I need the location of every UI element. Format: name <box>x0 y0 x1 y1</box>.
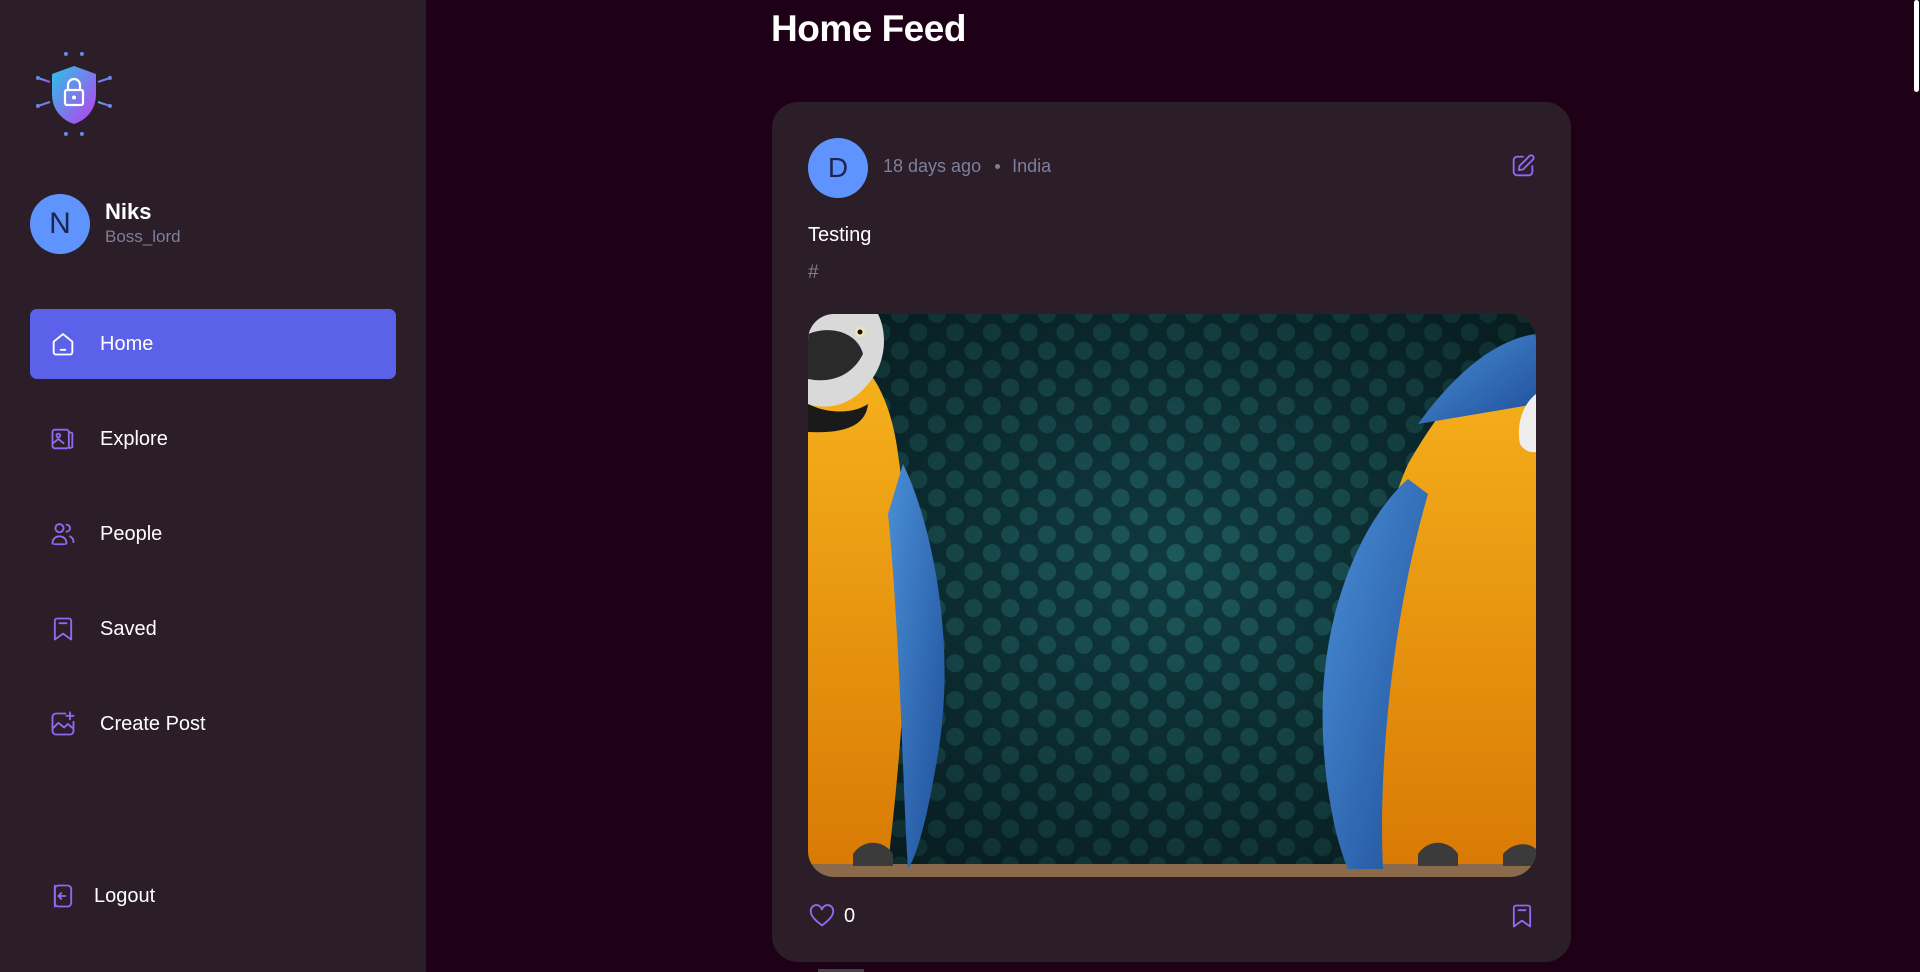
logout-button[interactable]: Logout <box>48 878 155 914</box>
page-title: Home Feed <box>771 8 966 49</box>
like-count: 0 <box>844 905 856 927</box>
sidebar-item-saved[interactable]: Saved <box>30 594 396 664</box>
post-meta: 18 days ago India <box>883 156 1051 177</box>
user-info: Niks Boss_lord <box>105 199 181 249</box>
edit-icon <box>1512 154 1535 177</box>
sidebar-item-home[interactable]: Home <box>30 309 396 379</box>
sidebar-item-create-post[interactable]: Create Post <box>30 689 396 759</box>
people-icon <box>48 519 78 549</box>
user-profile[interactable]: N Niks Boss_lord <box>30 194 181 254</box>
gallery-icon <box>48 424 78 454</box>
save-post-button[interactable] <box>1508 902 1536 930</box>
sidebar-item-explore[interactable]: Explore <box>30 404 396 474</box>
post-caption: Testing <box>808 224 872 246</box>
post-footer: 0 <box>808 896 1536 936</box>
app-root: N Niks Boss_lord Home Explore People Sav… <box>0 0 1920 972</box>
user-name: Niks <box>105 199 152 224</box>
image-add-icon <box>48 709 78 739</box>
sidebar-nav: Home Explore People Saved Create Post <box>30 309 396 784</box>
post-tags[interactable]: # <box>808 262 819 284</box>
scrollbar-thumb[interactable] <box>1914 0 1919 92</box>
sidebar-item-label: People <box>100 522 163 545</box>
user-avatar: N <box>30 194 90 254</box>
meta-separator <box>995 164 1001 169</box>
sidebar-item-people[interactable]: People <box>30 499 396 569</box>
logout-icon <box>48 881 78 911</box>
post-image[interactable] <box>808 314 1536 877</box>
logout-label: Logout <box>94 884 156 907</box>
home-icon <box>48 329 78 359</box>
sidebar-item-label: Home <box>100 332 154 355</box>
sidebar: N Niks Boss_lord Home Explore People Sav… <box>0 0 426 972</box>
post-location: India <box>1012 156 1052 176</box>
like-button[interactable] <box>808 902 836 930</box>
macaw-photo <box>808 314 1536 877</box>
sidebar-item-label: Create Post <box>100 712 206 735</box>
sidebar-item-label: Explore <box>100 427 168 450</box>
edit-post-button[interactable] <box>1509 152 1537 180</box>
bookmark-icon <box>48 614 78 644</box>
post-author-avatar[interactable]: D <box>808 138 868 198</box>
heart-icon <box>809 904 835 927</box>
post-time: 18 days ago <box>883 156 982 176</box>
bookmark-icon <box>1512 904 1532 928</box>
shield-lock-logo-icon <box>36 52 112 136</box>
app-logo[interactable] <box>36 52 112 136</box>
sidebar-item-label: Saved <box>100 617 157 640</box>
post-card: D 18 days ago India Testing # 0 <box>772 102 1571 962</box>
user-handle: Boss_lord <box>105 227 181 246</box>
